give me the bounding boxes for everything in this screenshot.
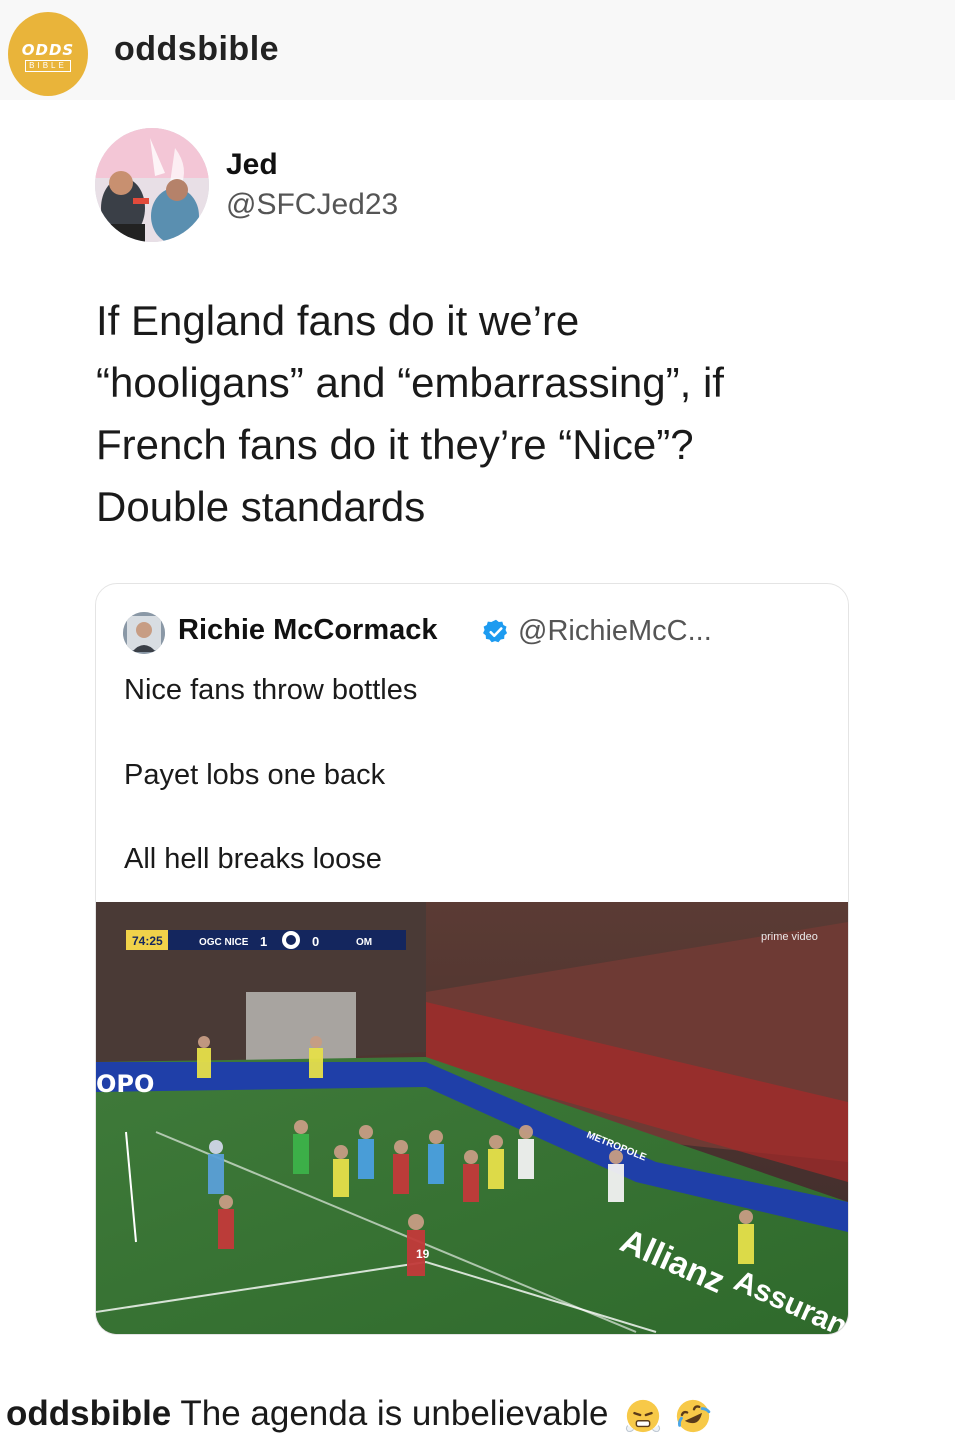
- tweet-author-name[interactable]: Jed: [226, 148, 278, 182]
- quoted-video[interactable]: 74:25 OGC NICE 1 0 OM prime video METROP…: [96, 902, 848, 1334]
- home-score: 1: [260, 934, 267, 949]
- away-score: 0: [312, 934, 319, 949]
- tweet-text: If England fans do it we’re “hooligans” …: [96, 290, 856, 538]
- tweet-line: If England fans do it we’re: [96, 297, 580, 344]
- avatar-photo-icon: [123, 612, 165, 654]
- home-team: OGC NICE: [199, 937, 249, 948]
- caption-username[interactable]: oddsbible: [6, 1394, 171, 1433]
- rolling-on-floor-laughing-icon: [676, 1399, 711, 1432]
- post-caption: oddsbible The agenda is unbelievable: [6, 1394, 712, 1435]
- away-team: OM: [356, 937, 372, 948]
- tweet-author-avatar: [95, 128, 209, 242]
- post-header: ODDS BIBLE oddsbible: [0, 0, 955, 100]
- quoted-author-avatar: [123, 612, 165, 654]
- quoted-line: All hell breaks loose: [124, 843, 382, 875]
- tweet-line: French fans do it they’re “Nice”?: [96, 421, 694, 468]
- quoted-line: Nice fans throw bottles: [124, 674, 418, 706]
- avatar-logo-bottom: BIBLE: [25, 59, 71, 72]
- tweet-line: “hooligans” and “embarrassing”, if: [96, 359, 724, 406]
- match-clock: 74:25: [132, 934, 163, 948]
- player-number: 19: [416, 1247, 430, 1261]
- quoted-author-handle[interactable]: @RichieMcC...: [518, 615, 712, 648]
- face-with-steam-icon: [626, 1399, 661, 1432]
- quoted-line: Payet lobs one back: [124, 759, 386, 791]
- quoted-tweet-card[interactable]: Richie McCormack @RichieMcC... Nice fans…: [95, 583, 849, 1335]
- tweet-author-handle[interactable]: @SFCJed23: [226, 188, 398, 222]
- avatar-logo-top: ODDS: [21, 40, 75, 59]
- account-username[interactable]: oddsbible: [114, 30, 279, 69]
- caption-text: The agenda is unbelievable: [180, 1394, 609, 1433]
- account-avatar[interactable]: ODDS BIBLE: [8, 12, 88, 96]
- verified-badge-icon: [483, 619, 508, 643]
- match-video-frame: 74:25 OGC NICE 1 0 OM prime video METROP…: [96, 902, 848, 1334]
- quoted-author-name[interactable]: Richie McCormack: [178, 614, 438, 647]
- tweet-line: Double standards: [96, 483, 426, 530]
- avatar-photo-icon: [95, 128, 209, 242]
- broadcaster-logo: prime video: [761, 931, 818, 943]
- ad-board-opo: OPO: [96, 1070, 154, 1098]
